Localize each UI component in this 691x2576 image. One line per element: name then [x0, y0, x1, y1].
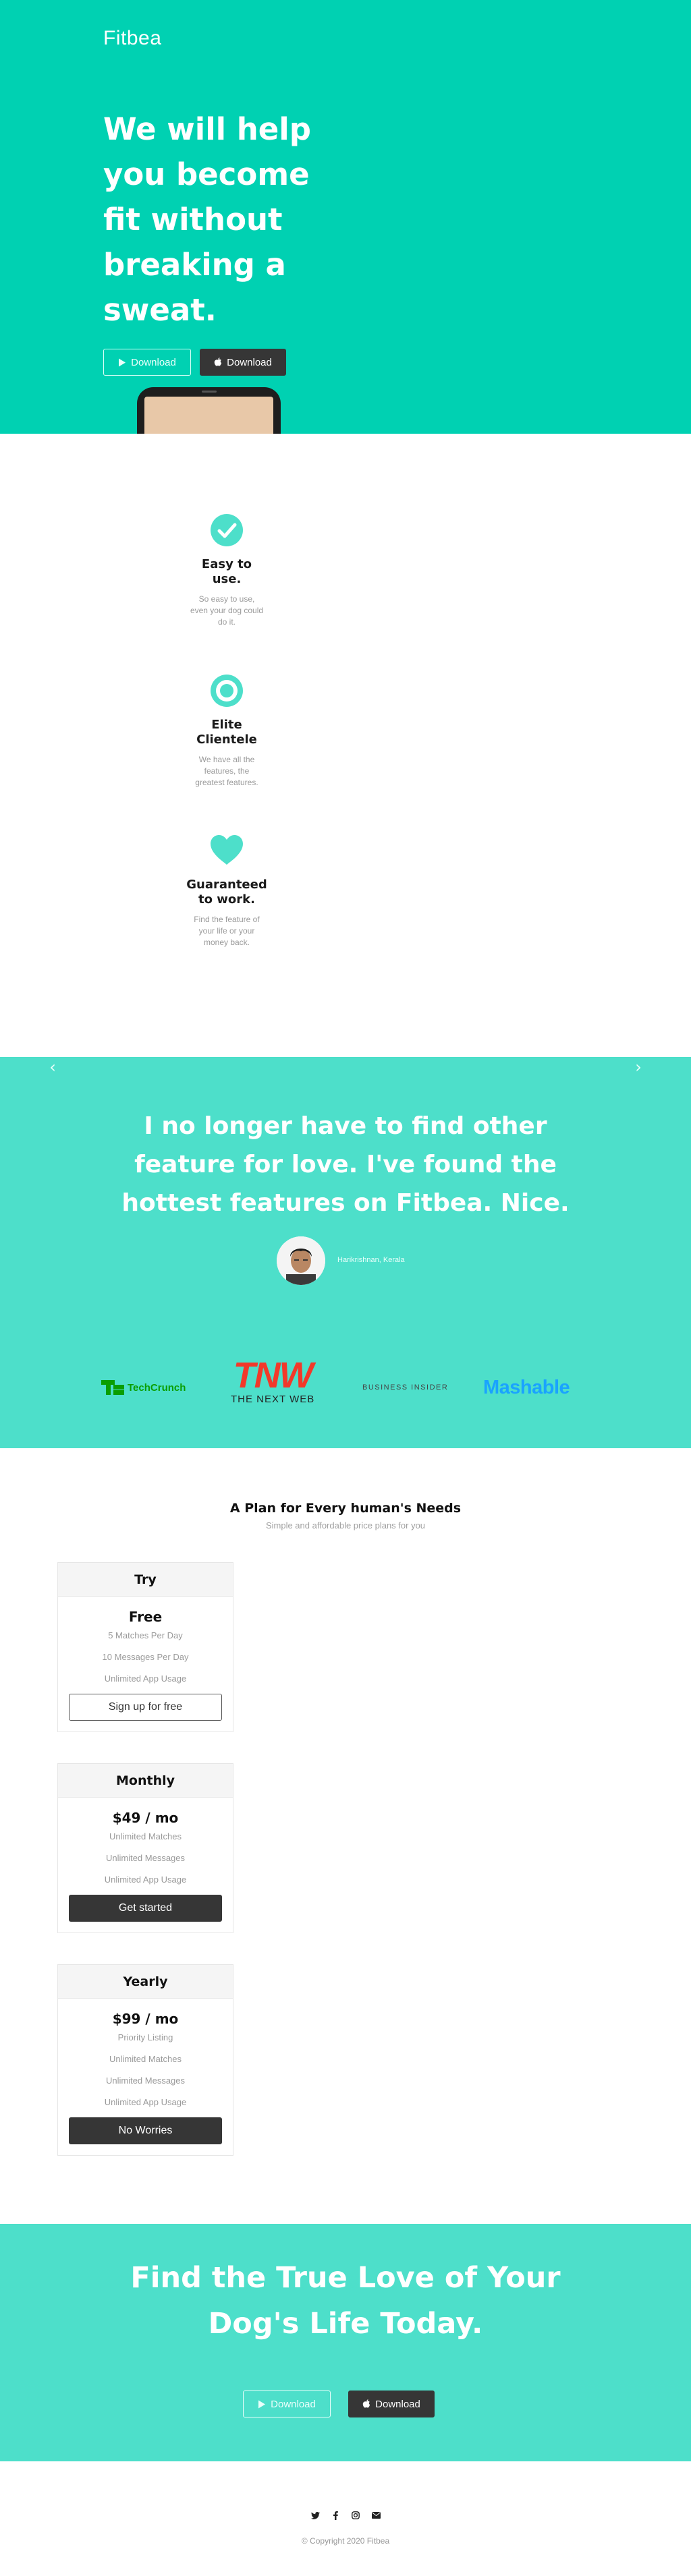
feature-elite-clientele: Elite Clientele We have all the features…	[170, 673, 283, 789]
plan-feature: Unlimited Messages	[105, 1853, 186, 1863]
plan-feature: 5 Matches Per Day	[108, 1630, 183, 1640]
plan-card-yearly: Yearly $99 / mo Priority Listing Unlimit…	[57, 1964, 233, 2156]
google-play-download-button[interactable]: Download	[243, 2391, 331, 2417]
cta-section: Find the True Love of Your Dog's Life To…	[0, 2224, 691, 2461]
phone-speaker	[202, 391, 217, 393]
pricing-subtitle: Simple and affordable price plans for yo…	[265, 1520, 426, 1530]
mashable-wordmark: Mashable	[483, 1376, 570, 1398]
feature-title: Elite Clientele	[196, 718, 257, 747]
feature-description: So easy to use, even your dog could do i…	[190, 594, 264, 627]
google-play-download-button[interactable]: Download	[103, 349, 191, 376]
plan-feature: 10 Messages Per Day	[102, 1652, 189, 1662]
pricing-title: A Plan for Every human's Needs	[229, 1501, 462, 1516]
no-worries-button[interactable]: No Worries	[69, 2117, 222, 2144]
chevron-left-icon[interactable]: ‹	[43, 1057, 63, 1077]
plan-card-monthly: Monthly $49 / mo Unlimited Matches Unlim…	[57, 1763, 233, 1933]
bullseye-icon	[211, 675, 243, 707]
app-store-download-label: Download	[375, 2398, 420, 2410]
copyright: © Copyright 2020 Fitbea	[301, 2536, 390, 2546]
avatar-portrait	[277, 1236, 325, 1285]
feature-title: Guaranteed to work.	[186, 878, 267, 907]
plan-price: Free	[128, 1609, 163, 1625]
testimonial-quote: I no longer have to find other feature f…	[121, 1112, 570, 1217]
play-store-icon	[258, 2400, 266, 2408]
business-insider-logo: BUSINESS INSIDER	[362, 1364, 448, 1411]
apple-icon	[214, 357, 222, 366]
tnw-subtitle: THE NEXT WEB	[231, 1393, 315, 1405]
plan-feature: Unlimited App Usage	[104, 1874, 187, 1885]
feature-title: Easy to use.	[201, 557, 252, 586]
techcrunch-logo: TechCrunch	[101, 1364, 186, 1411]
twitter-icon[interactable]	[310, 2511, 320, 2520]
app-store-download-button[interactable]: Download	[348, 2391, 435, 2417]
phone-screen	[144, 397, 273, 434]
hero-section: Fitbea We will help you become fit witho…	[0, 0, 691, 434]
hero-title: We will help you become fit without brea…	[103, 111, 311, 328]
plan-feature: Priority Listing	[117, 2032, 173, 2042]
google-play-download-label: Download	[271, 2398, 316, 2410]
play-store-icon	[119, 358, 126, 366]
feature-description: We have all the features, the greatest f…	[195, 755, 258, 787]
phone-mockup	[137, 387, 281, 434]
logo[interactable]: Fitbea	[103, 27, 161, 50]
email-icon[interactable]	[371, 2511, 381, 2520]
feature-description: Find the feature of your life or your mo…	[194, 915, 260, 947]
plan-feature: Unlimited App Usage	[104, 1673, 187, 1684]
instagram-icon[interactable]	[351, 2511, 360, 2520]
testimonial-section: ‹ › I no longer have to find other featu…	[0, 1057, 691, 1448]
techcrunch-wordmark: TechCrunch	[128, 1381, 186, 1394]
tnw-logo: TNW THE NEXT WEB	[231, 1354, 314, 1408]
plan-feature: Unlimited App Usage	[104, 2097, 187, 2107]
check-circle-icon	[211, 514, 243, 546]
hero-download-buttons: Download Download	[103, 349, 286, 376]
mashable-logo: Mashable	[483, 1364, 570, 1411]
plan-feature: Unlimited Messages	[105, 2076, 186, 2086]
avatar	[277, 1236, 325, 1285]
plan-price: $49 / mo	[112, 1810, 179, 1826]
facebook-icon[interactable]	[331, 2511, 340, 2520]
sign-up-free-button[interactable]: Sign up for free	[69, 1694, 222, 1721]
social-links	[0, 2511, 691, 2520]
heart-icon	[211, 835, 243, 865]
chevron-right-icon[interactable]: ›	[628, 1057, 648, 1077]
app-store-download-button[interactable]: Download	[200, 349, 286, 376]
cta-title: Find the True Love of Your Dog's Life To…	[130, 2261, 561, 2341]
plan-name: Yearly	[58, 1965, 233, 1999]
app-store-download-label: Download	[227, 356, 272, 368]
plan-name: Try	[58, 1563, 233, 1597]
plan-card-try: Try Free 5 Matches Per Day 10 Messages P…	[57, 1562, 233, 1732]
get-started-button[interactable]: Get started	[69, 1895, 222, 1922]
techcrunch-mark	[101, 1380, 124, 1395]
plan-feature: Unlimited Matches	[109, 2054, 182, 2064]
feature-easy-to-use: Easy to use. So easy to use, even your d…	[170, 513, 283, 628]
business-insider-wordmark: BUSINESS INSIDER	[362, 1383, 449, 1392]
tnw-wordmark: TNW	[233, 1354, 314, 1396]
plan-feature: Unlimited Matches	[109, 1831, 182, 1841]
apple-icon	[362, 2399, 370, 2408]
testimonial-author: Harikrishnan, Kerala	[337, 1256, 405, 1264]
feature-guaranteed: Guaranteed to work. Find the feature of …	[170, 833, 283, 948]
google-play-download-label: Download	[131, 356, 176, 368]
plan-price: $99 / mo	[112, 2011, 179, 2027]
cta-download-buttons: Download Download	[243, 2391, 435, 2417]
plan-name: Monthly	[58, 1764, 233, 1798]
